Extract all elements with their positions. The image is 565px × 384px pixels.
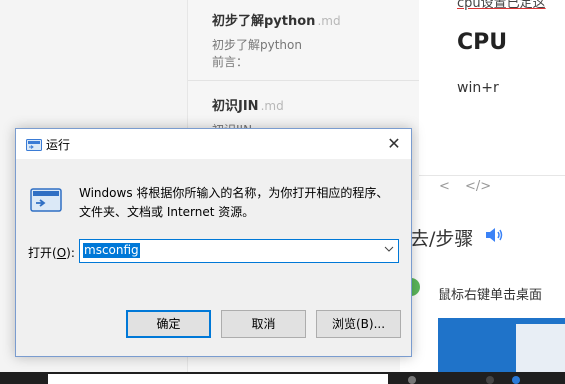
- note-title: 初识JIN: [212, 99, 259, 114]
- run-command-input[interactable]: msconfig: [79, 239, 399, 263]
- dialog-description: Windows 将根据你所输入的名称，为你打开相应的程序、文件夹、文档或 Int…: [79, 186, 389, 219]
- title-bar[interactable]: 运行 ✕: [16, 129, 411, 159]
- editor-heading: CPU: [457, 30, 508, 55]
- taskbar-search-box[interactable]: [48, 374, 388, 384]
- editor-toolbar: < </>: [419, 175, 565, 200]
- step-text: 鼠标右键单击桌面: [438, 288, 543, 303]
- note-preview-line: 前言：: [212, 55, 249, 69]
- step-image: [438, 318, 565, 372]
- note-list-item[interactable]: 初步了解python .md 初步了解python 前言：: [212, 10, 341, 71]
- note-preview-line: 初步了解python: [212, 38, 302, 52]
- article-panel: 去/步骤 鼠标右键单击桌面: [400, 200, 565, 372]
- cancel-button[interactable]: 取消: [221, 310, 306, 338]
- chevron-left-icon[interactable]: <: [439, 179, 450, 194]
- speaker-icon[interactable]: [484, 226, 504, 248]
- browse-button[interactable]: 浏览(B)...: [316, 310, 401, 338]
- step-heading: 去/步骤: [410, 228, 474, 250]
- input-value: msconfig: [83, 243, 140, 258]
- run-program-icon: [30, 187, 62, 212]
- editor-paragraph: win+r: [457, 80, 499, 96]
- note-ext: .md: [317, 14, 341, 28]
- divider: [188, 80, 420, 81]
- dialog-title: 运行: [46, 138, 71, 152]
- editor-text: cpu设置已定这: [457, 0, 546, 11]
- note-ext: .md: [260, 99, 284, 113]
- markdown-editor[interactable]: cpu设置已定这 CPU win+r < </>: [419, 0, 565, 200]
- open-label: 打开(O):: [28, 246, 75, 260]
- tray-icon[interactable]: [486, 376, 494, 384]
- code-icon[interactable]: </>: [465, 179, 491, 194]
- taskbar: [0, 372, 565, 384]
- tray-icon[interactable]: [512, 376, 520, 384]
- close-icon[interactable]: ✕: [377, 129, 411, 159]
- ok-button[interactable]: 确定: [126, 310, 211, 338]
- run-dialog: 运行 ✕ Windows 将根据你所输入的名称，为你打开相应的程序、文件夹、文档…: [15, 128, 412, 357]
- chevron-down-icon[interactable]: [384, 243, 394, 256]
- note-title: 初步了解python: [212, 14, 316, 29]
- tray-icon[interactable]: [408, 376, 416, 384]
- run-app-icon: [26, 137, 42, 151]
